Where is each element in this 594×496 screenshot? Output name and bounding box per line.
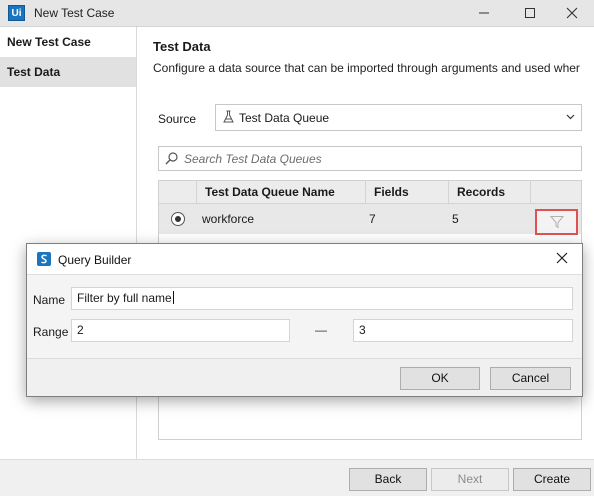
range-separator: — (315, 323, 327, 337)
range-label: Range (33, 325, 69, 339)
text-caret (172, 291, 174, 304)
dialog-footer: OK Cancel (27, 358, 582, 396)
window-title: New Test Case (34, 6, 115, 20)
close-icon (566, 7, 578, 19)
sidebar-item-new-test-case[interactable]: New Test Case (0, 27, 136, 57)
query-builder-glyph (41, 254, 47, 264)
next-button[interactable]: Next (431, 468, 509, 491)
back-button[interactable]: Back (349, 468, 427, 491)
table-header: Test Data Queue Name Fields Records (159, 181, 581, 204)
column-header-actions (531, 181, 581, 204)
column-header-select (159, 181, 197, 204)
dialog-body: Name Filter by full name Range 2 — 3 (27, 275, 582, 358)
range-to-field[interactable]: 3 (353, 319, 573, 342)
source-dropdown[interactable]: Test Data Queue (215, 104, 582, 131)
column-header-fields[interactable]: Fields (366, 181, 449, 204)
section-description: Configure a data source that can be impo… (153, 61, 580, 75)
dialog-title: Query Builder (58, 253, 132, 267)
section-title: Test Data (153, 39, 211, 54)
source-label: Source (158, 112, 197, 126)
dialog-titlebar: Query Builder (27, 244, 582, 275)
source-value: Test Data Queue (239, 111, 330, 125)
window-titlebar: Ui New Test Case (0, 0, 594, 27)
query-builder-dialog: Query Builder Name Filter by full name R… (26, 243, 583, 397)
minimize-icon (479, 12, 489, 14)
flask-icon (223, 110, 234, 123)
minimize-button[interactable] (462, 0, 506, 27)
range-from-field[interactable]: 2 (71, 319, 290, 342)
row-fields: 7 (369, 212, 376, 226)
chevron-down-icon (566, 114, 575, 120)
maximize-button[interactable] (508, 0, 552, 27)
close-icon[interactable] (555, 251, 569, 265)
filter-icon (550, 216, 564, 229)
filter-button[interactable] (535, 209, 578, 235)
maximize-icon (525, 8, 535, 18)
window-close-button[interactable] (550, 0, 594, 27)
column-header-name[interactable]: Test Data Queue Name (197, 181, 366, 204)
row-queue-name: workforce (202, 212, 255, 226)
cancel-button[interactable]: Cancel (490, 367, 571, 390)
uipath-logo-icon: Ui (8, 5, 25, 21)
ok-button[interactable]: OK (400, 367, 480, 390)
search-input[interactable]: Search Test Data Queues (158, 146, 582, 171)
name-field-value: Filter by full name (77, 291, 172, 305)
query-builder-app-icon (37, 252, 51, 266)
row-records: 5 (452, 212, 459, 226)
search-icon (165, 152, 178, 165)
column-header-records[interactable]: Records (449, 181, 531, 204)
create-button[interactable]: Create (513, 468, 591, 491)
name-label: Name (33, 293, 66, 307)
table-row[interactable]: workforce 7 5 (159, 204, 581, 235)
row-select-radio[interactable] (171, 212, 185, 226)
search-placeholder: Search Test Data Queues (184, 152, 322, 166)
wizard-footer: Back Next Create (0, 459, 594, 496)
sidebar-item-test-data[interactable]: Test Data (0, 57, 136, 87)
name-field[interactable]: Filter by full name (71, 287, 573, 310)
